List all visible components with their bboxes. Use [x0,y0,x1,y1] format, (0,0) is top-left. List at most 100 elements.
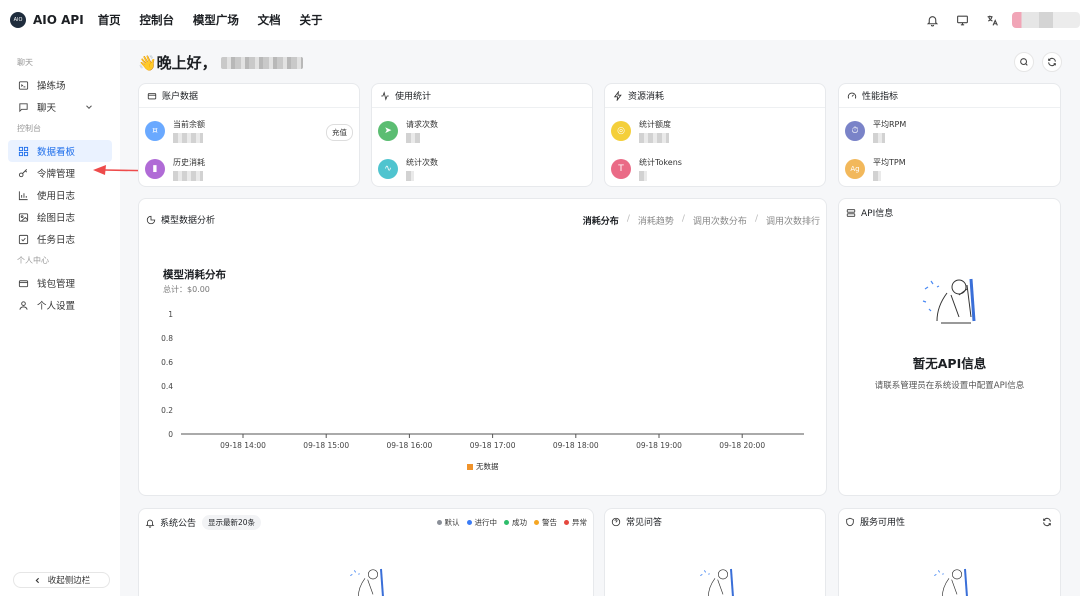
app-logo[interactable]: AIO [10,12,26,28]
card-title: 账户数据 [162,92,199,102]
monitor-icon[interactable] [950,8,974,32]
sidebar-item-label: 操练场 [37,81,66,92]
chart-tabs: 消耗分布 / 消耗趋势 / 调用次数分布 / 调用次数排行 [575,214,820,227]
nav-console[interactable]: 控制台 [140,13,175,27]
sidebar-item-chat[interactable]: 聊天 [0,96,120,118]
empty-illustration-icon [700,568,734,596]
playground-icon [18,80,29,90]
tokens-stat: T 统计Tokens [611,157,682,181]
sidebar-item-label: 绘图日志 [37,213,76,224]
sidebar-item-playground[interactable]: 操练场 [0,74,120,96]
tab-separator: / [626,214,630,224]
tab-call-distribution[interactable]: 调用次数分布 [693,214,747,227]
card-title: 资源消耗 [628,92,665,102]
y-tick-label: 0.4 [161,382,173,391]
chart-title: 模型消耗分布 [163,269,226,281]
bell-icon[interactable] [920,8,944,32]
nav-docs[interactable]: 文档 [258,13,281,27]
chart-subtitle: 总计：$0.00 [163,285,210,294]
legend-error: 异常 [564,517,587,528]
empty-illustration-icon [350,568,384,596]
greeting-text: 👋晚上好， [138,54,217,72]
sidebar-item-dashboard[interactable]: 数据看板 [8,140,112,162]
usage-stats-card: 使用统计 ➤ 请求次数 ∿ 统计次数 [371,83,593,187]
legend-success: 成功 [504,517,527,528]
announcements-card: 系统公告 显示最新20条 默认 进行中 成功 警告 异常 [138,508,594,596]
x-tick-label: 09-18 17:00 [470,441,516,450]
tab-consumption-distribution[interactable]: 消耗分布 [583,214,619,227]
user-icon [19,300,28,310]
sidebar: 聊天 操练场 聊天 控制台 数据看板 令牌管理 使用日志 绘图日志 任务日志 个… [0,40,120,596]
bell-icon [145,519,155,528]
legend-default: 默认 [436,517,460,528]
card-title: 使用统计 [395,92,432,102]
sidebar-section-console: 控制台 [17,124,41,133]
sidebar-item-wallet[interactable]: 钱包管理 [0,272,120,294]
rpm-label: 平均RPM [873,120,907,129]
translate-icon[interactable] [980,8,1004,32]
requests-value-blurred [406,133,420,143]
nav-model-square[interactable]: 模型广场 [193,13,239,27]
tpm-badge-icon: Ag [845,159,865,179]
tab-separator: / [754,214,758,224]
account-data-card: 账户数据 ¤ 当前余额 充值 ▮ 历史消耗 [138,83,360,187]
card-title: 常见问答 [626,518,663,528]
sidebar-item-label: 数据看板 [37,147,76,158]
faq-card: 常见问答 [604,508,826,596]
legend-warning: 警告 [534,517,557,528]
tab-call-ranking[interactable]: 调用次数排行 [766,214,820,227]
user-avatar-blurred[interactable] [1012,12,1080,28]
top-navbar: AIO AIO API 首页 控制台 模型广场 文档 关于 [0,0,1080,40]
refresh-button[interactable] [1042,52,1062,72]
image-icon [18,212,29,222]
search-button[interactable] [1014,52,1034,72]
tab-consumption-trend[interactable]: 消耗趋势 [638,214,674,227]
greeting: 👋晚上好， [138,52,303,73]
y-tick-label: 0.8 [161,334,173,343]
recharge-button[interactable]: 充值 [326,124,353,141]
card-title: 系统公告 [160,519,197,529]
quota-label: 统计额度 [639,120,671,129]
app-name[interactable]: AIO API [33,13,84,27]
balance-label: 当前余额 [173,120,205,129]
dashboard-icon [18,146,29,156]
empty-api-title: 暂无API信息 [912,356,987,371]
collapse-sidebar-button[interactable]: 收起侧边栏 [13,572,110,588]
quota-stat: ◎ 统计额度 [611,119,671,143]
legend-label: 无数据 [476,462,499,471]
refresh-icon [1048,57,1056,67]
empty-api-desc: 请联系管理员在系统设置中配置API信息 [874,381,1025,391]
activity-icon [381,90,389,101]
legend-swatch [467,463,473,470]
shield-icon [846,517,854,526]
x-tick-label: 09-18 15:00 [303,441,349,450]
card-header: 服务可用性 [845,515,905,528]
bar-chart-icon [18,190,28,200]
server-icon [846,208,856,217]
performance-card: 性能指标 ⏱ 平均RPM Ag 平均TPM [838,83,1061,187]
status-legend: 默认 进行中 成功 警告 异常 [430,517,587,528]
chevron-down-icon[interactable] [84,102,94,112]
card-header: 系统公告 显示最新20条 [145,515,262,530]
sidebar-item-drawing-log[interactable]: 绘图日志 [0,206,120,228]
sidebar-item-task-log[interactable]: 任务日志 [0,228,120,250]
pie-chart-icon [146,215,156,224]
x-tick-label: 09-18 19:00 [636,441,682,450]
tpm-label: 平均TPM [873,158,906,167]
chevron-left-icon [35,577,39,583]
refresh-icon[interactable] [1042,517,1052,527]
card-title: 模型数据分析 [161,216,216,226]
card-header: API信息 [846,206,893,219]
y-tick-label: 0.6 [161,358,173,367]
tpm-stat: Ag 平均TPM [845,157,906,181]
chart-legend[interactable]: 无数据 [467,461,499,472]
card-header: 资源消耗 [605,84,825,108]
sidebar-item-personal-settings[interactable]: 个人设置 [0,294,120,316]
rpm-value-blurred [873,133,885,143]
gauge-icon [847,92,857,99]
y-tick-label: 1 [168,310,173,319]
nav-home[interactable]: 首页 [98,13,121,27]
balance-value-blurred [173,133,203,143]
nav-about[interactable]: 关于 [300,13,323,27]
sidebar-item-usage-log[interactable]: 使用日志 [0,184,120,206]
